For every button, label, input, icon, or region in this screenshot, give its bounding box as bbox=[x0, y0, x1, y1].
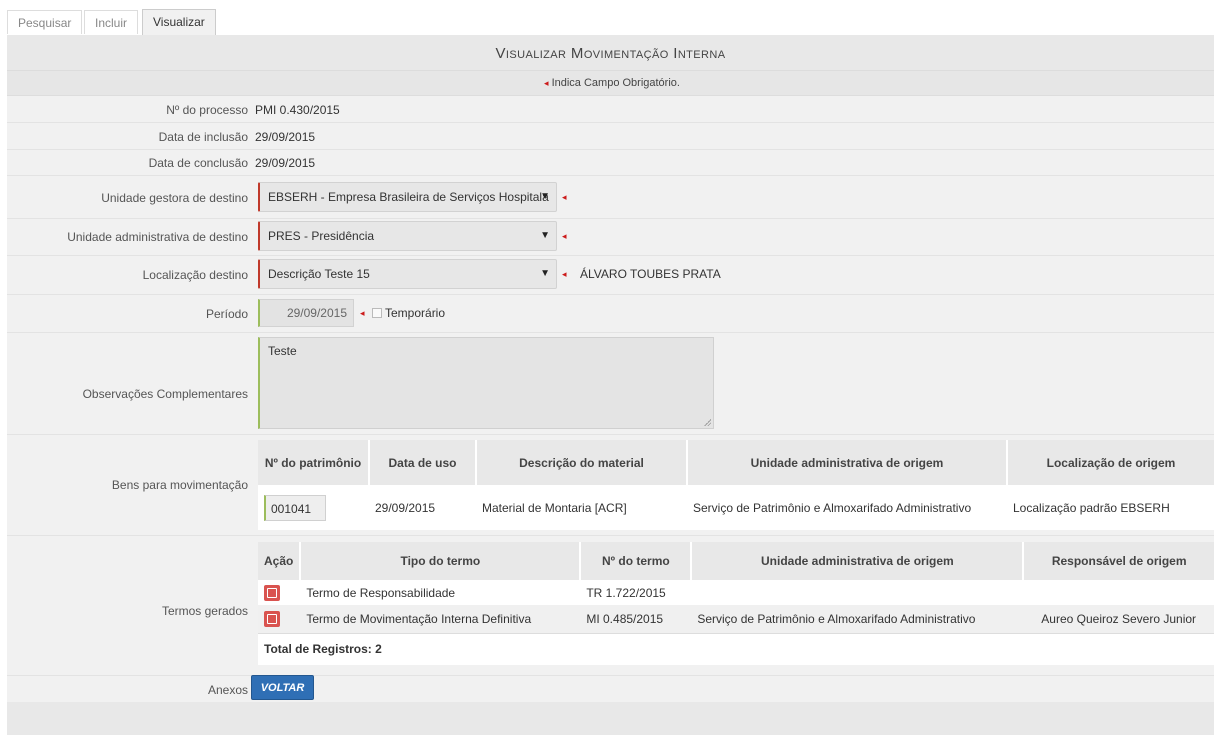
form-panel: Visualizar Movimentação Interna ◂ Indica … bbox=[7, 35, 1214, 735]
required-marker-icon: ◂ bbox=[562, 231, 567, 241]
required-marker-icon: ◂ bbox=[544, 78, 549, 88]
inclusao-label: Data de inclusão bbox=[158, 130, 248, 144]
cell-responsavel-origem: Aureo Queiroz Severo Junior bbox=[1041, 611, 1197, 626]
observacoes-text: Teste bbox=[268, 344, 297, 358]
patrimonio-input[interactable]: 001041 bbox=[264, 494, 326, 521]
unidade-gestora-select[interactable]: EBSERH - Empresa Brasileira de Serviços … bbox=[258, 182, 557, 212]
unidade-gestora-selected: EBSERH - Empresa Brasileira de Serviços … bbox=[268, 190, 549, 204]
table-header-row: Nº do patrimônio Data de uso Descrição d… bbox=[258, 440, 1214, 485]
dropdown-arrow-icon: ▼ bbox=[540, 191, 550, 202]
conclusao-value: 29/09/2015 bbox=[255, 156, 316, 170]
pdf-icon[interactable] bbox=[264, 584, 280, 601]
localizacao-label: Localização destino bbox=[142, 268, 248, 282]
divider bbox=[7, 675, 1214, 676]
cell-patrimonio: 001041 bbox=[258, 485, 369, 530]
total-registros: Total de Registros: 2 bbox=[258, 632, 1214, 665]
resize-grip-icon[interactable] bbox=[704, 419, 711, 426]
cell-unidade-origem: Serviço de Patrimônio e Almoxarifado Adm… bbox=[693, 500, 972, 515]
localizacao-select[interactable]: Descrição Teste 15 ▼ bbox=[258, 259, 557, 289]
periodo-label: Período bbox=[205, 307, 248, 321]
localizacao-responsavel: ÁLVARO TOUBES PRATA bbox=[580, 267, 721, 281]
voltar-button[interactable]: VOLTAR bbox=[251, 675, 314, 700]
cell-responsavel-origem bbox=[1023, 580, 1214, 605]
col-header-unidade-origem: Unidade administrativa de origem bbox=[687, 440, 1008, 485]
cell-localizacao-origem: Localização padrão EBSERH bbox=[1013, 500, 1170, 515]
unidade-admin-select[interactable]: PRES - Presidência ▼ bbox=[258, 221, 557, 251]
col-header-data-uso: Data de uso bbox=[369, 440, 477, 485]
required-marker-icon: ◂ bbox=[360, 308, 365, 318]
required-hint: ◂ Indica Campo Obrigatório. bbox=[7, 71, 1214, 96]
col-header-responsavel-origem: Responsável de origem bbox=[1023, 542, 1214, 580]
tab-pesquisar[interactable]: Pesquisar bbox=[7, 10, 83, 34]
cell-acao bbox=[258, 580, 300, 605]
unidade-admin-label: Unidade administrativa de destino bbox=[67, 230, 248, 244]
divider bbox=[7, 255, 1214, 256]
divider bbox=[7, 175, 1214, 176]
inclusao-value: 29/09/2015 bbox=[255, 130, 316, 144]
required-marker-icon: ◂ bbox=[562, 192, 567, 202]
tab-bar: Pesquisar Incluir Visualizar bbox=[0, 0, 1214, 35]
periodo-date-input[interactable]: 29/09/2015 bbox=[258, 299, 354, 327]
cell-unidade-origem bbox=[691, 580, 1023, 605]
cell-unidade-origem: Serviço de Patrimônio e Almoxarifado Adm… bbox=[697, 611, 976, 626]
table-header-row: Ação Tipo do termo Nº do termo Unidade a… bbox=[258, 542, 1214, 580]
col-header-patrimonio: Nº do patrimônio bbox=[258, 440, 370, 485]
col-header-num-termo: Nº do termo bbox=[580, 542, 693, 580]
divider bbox=[7, 294, 1214, 295]
divider bbox=[7, 434, 1214, 435]
divider bbox=[7, 218, 1214, 219]
termos-table: Ação Tipo do termo Nº do termo Unidade a… bbox=[258, 542, 1214, 665]
divider bbox=[7, 122, 1214, 123]
cell-acao bbox=[258, 605, 300, 633]
col-header-acao: Ação bbox=[258, 542, 302, 580]
required-hint-text: Indica Campo Obrigatório. bbox=[551, 77, 680, 89]
anexos-label: Anexos bbox=[207, 683, 248, 697]
table-row: 001041 29/09/2015 Material de Montaria [… bbox=[258, 485, 1214, 530]
cell-data-uso: 29/09/2015 bbox=[375, 500, 436, 515]
observacoes-textarea[interactable]: Teste bbox=[258, 337, 714, 429]
cell-num-termo: TR 1.722/2015 bbox=[586, 585, 666, 600]
bens-label: Bens para movimentação bbox=[111, 478, 248, 492]
dropdown-arrow-icon: ▼ bbox=[540, 230, 550, 241]
col-header-unidade-origem: Unidade administrativa de origem bbox=[691, 542, 1025, 580]
unidade-gestora-label: Unidade gestora de destino bbox=[101, 191, 248, 205]
cell-tipo-termo: Termo de Movimentação Interna Definitiva bbox=[306, 611, 532, 626]
processo-value: PMI 0.430/2015 bbox=[255, 103, 340, 117]
divider bbox=[7, 332, 1214, 333]
col-header-localizacao-origem: Localização de origem bbox=[1007, 440, 1214, 485]
cell-tipo-termo: Termo de Responsabilidade bbox=[306, 585, 456, 600]
unidade-admin-selected: PRES - Presidência bbox=[268, 229, 375, 243]
footer-bar bbox=[7, 702, 1214, 735]
bens-table: Nº do patrimônio Data de uso Descrição d… bbox=[258, 440, 1214, 530]
temporario-checkbox[interactable] bbox=[372, 308, 382, 318]
page-title: Visualizar Movimentação Interna bbox=[7, 35, 1214, 71]
col-header-tipo-termo: Tipo do termo bbox=[300, 542, 582, 580]
processo-label: Nº do processo bbox=[166, 103, 248, 117]
cell-num-termo: MI 0.485/2015 bbox=[586, 611, 664, 626]
required-marker-icon: ◂ bbox=[562, 269, 567, 279]
dropdown-arrow-icon: ▼ bbox=[540, 268, 550, 279]
divider bbox=[7, 149, 1214, 150]
table-row: Termo de Responsabilidade TR 1.722/2015 bbox=[258, 580, 1214, 605]
table-row: Termo de Movimentação Interna Definitiva… bbox=[258, 605, 1214, 633]
table-footer-row: Total de Registros: 2 bbox=[258, 632, 1214, 665]
tab-visualizar[interactable]: Visualizar bbox=[142, 9, 216, 35]
col-header-descricao: Descrição do material bbox=[476, 440, 688, 485]
observacoes-label: Observações Complementares bbox=[82, 387, 248, 401]
tab-incluir[interactable]: Incluir bbox=[84, 10, 139, 34]
divider bbox=[7, 535, 1214, 536]
conclusao-label: Data de conclusão bbox=[148, 156, 248, 170]
localizacao-selected: Descrição Teste 15 bbox=[268, 267, 370, 281]
temporario-label: Temporário bbox=[385, 306, 446, 320]
pdf-icon[interactable] bbox=[264, 610, 280, 627]
termos-label: Termos gerados bbox=[161, 604, 248, 618]
cell-descricao: Material de Montaria [ACR] bbox=[482, 500, 627, 515]
